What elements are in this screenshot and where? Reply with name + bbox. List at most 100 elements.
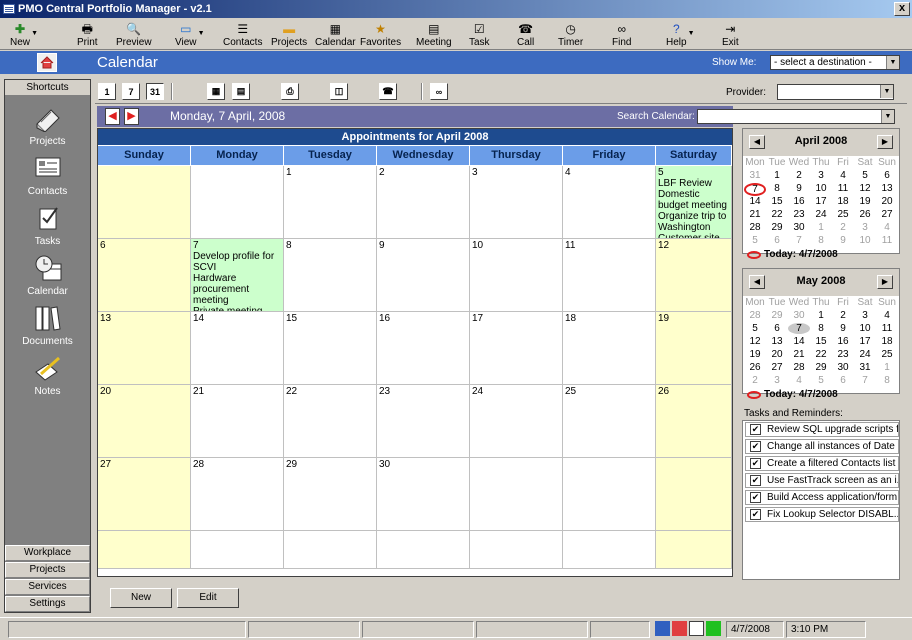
task-item[interactable]: ✔ Fix Lookup Selector DISABL... [745,507,899,522]
mini-day[interactable]: 10 [810,183,832,194]
task-checkbox[interactable]: ✔ [750,492,761,503]
mini-day[interactable]: 5 [744,323,766,334]
mini-day[interactable]: 28 [744,222,766,233]
mini-day[interactable]: 3 [766,375,788,386]
mini-day[interactable]: 7 [788,323,810,334]
day-cell[interactable]: 14 [191,312,284,385]
mini-day[interactable]: 9 [832,323,854,334]
new-appointment-button[interactable]: New [110,588,172,608]
mini-day[interactable]: 2 [788,170,810,181]
mini-day[interactable]: 29 [766,310,788,321]
next-month-button[interactable]: ▶ [877,275,893,289]
mini-day[interactable]: 6 [832,375,854,386]
mini-day[interactable]: 7 [788,235,810,246]
mini-day[interactable]: 8 [810,323,832,334]
appointment[interactable]: Develop profile for SCVI [193,251,281,273]
find-button[interactable]: ∞ Find [612,20,631,48]
month-view-button[interactable]: 31 [146,83,164,100]
previous-button[interactable]: ◀ [105,108,120,125]
task-checkbox[interactable]: ✔ [750,458,761,469]
day-cell[interactable] [656,531,732,569]
mini-day[interactable]: 8 [766,183,788,194]
mini-day[interactable]: 13 [766,336,788,347]
edit-appointment-button[interactable]: Edit [177,588,239,608]
mini-day[interactable]: 27 [876,209,898,220]
mini-day[interactable]: 6 [766,323,788,334]
mini-day[interactable]: 6 [876,170,898,181]
network-icon[interactable] [655,621,670,636]
status-ok-icon[interactable] [706,621,721,636]
mini-day[interactable]: 17 [854,336,876,347]
sidebar-item-projects[interactable]: Projects [5,104,90,147]
day-cell[interactable]: 21 [191,385,284,458]
day-cell[interactable]: 28 [191,458,284,531]
appointment[interactable]: LBF Review [658,178,729,189]
appointment[interactable]: Organize trip to Washington [658,211,729,233]
view-button[interactable]: ▭ View ▼ [175,20,205,48]
mini-day[interactable]: 18 [876,336,898,347]
day-cell[interactable]: 17 [470,312,563,385]
address-book-button[interactable]: ◫ [330,83,348,100]
mini-day[interactable]: 15 [766,196,788,207]
mini-day[interactable]: 21 [788,349,810,360]
sidebar-item-calendar[interactable]: Calendar [5,254,90,297]
mini-day[interactable]: 29 [810,362,832,373]
home-button[interactable] [37,53,57,72]
day-cell[interactable]: 16 [377,312,470,385]
mini-day[interactable]: 13 [876,183,898,194]
exit-button[interactable]: ⇥ Exit [722,20,739,48]
call-button[interactable]: ☎ Call [517,20,534,48]
chevron-down-icon[interactable]: ▼ [886,56,899,69]
mini-day[interactable]: 22 [766,209,788,220]
mini-day[interactable]: 4 [832,170,854,181]
day-cell[interactable]: 27 [98,458,191,531]
provider-select[interactable]: ▼ [777,84,894,100]
day-cell[interactable]: 15 [284,312,377,385]
mini-day[interactable]: 23 [788,209,810,220]
day-cell[interactable]: 30 [377,458,470,531]
mini-day[interactable]: 1 [810,222,832,233]
mini-day[interactable]: 26 [854,209,876,220]
day-cell[interactable]: 2 [377,166,470,239]
mini-day[interactable]: 1 [810,310,832,321]
day-cell[interactable]: 11 [563,239,656,312]
preview-button[interactable]: 🔍 Preview [116,20,152,48]
mini-day[interactable]: 16 [832,336,854,347]
day-cell[interactable] [563,458,656,531]
mini-day[interactable]: 3 [854,310,876,321]
day-cell[interactable]: 3 [470,166,563,239]
mini-day[interactable]: 11 [832,183,854,194]
mini-day[interactable]: 5 [810,375,832,386]
sidebar-item-contacts[interactable]: Contacts [5,154,90,197]
mini-day[interactable]: 22 [810,349,832,360]
day-cell[interactable] [191,531,284,569]
mini-day[interactable]: 5 [854,170,876,181]
today-link[interactable]: Today: 4/7/2008 [747,249,838,260]
list-view-button[interactable]: ▤ [232,83,250,100]
calendar-button[interactable]: ▦ Calendar [315,20,356,48]
day-cell[interactable]: 25 [563,385,656,458]
timer-button[interactable]: ◷ Timer [558,20,583,48]
day-cell[interactable]: 18 [563,312,656,385]
day-cell[interactable]: 6 [98,239,191,312]
print-button[interactable]: 🖶 Print [77,20,98,48]
mini-day[interactable]: 2 [744,375,766,386]
mini-day[interactable]: 14 [744,196,766,207]
mini-day[interactable]: 24 [854,349,876,360]
meeting-button[interactable]: ▤ Meeting [416,20,452,48]
mini-day[interactable]: 6 [766,235,788,246]
task-item[interactable]: ✔ Build Access application/form... [745,490,899,505]
mini-day[interactable]: 4 [876,310,898,321]
day-cell[interactable]: 1 [284,166,377,239]
mini-day[interactable]: 10 [854,323,876,334]
phone-button[interactable]: ☎ [379,83,397,100]
mini-day[interactable]: 9 [832,235,854,246]
mini-day[interactable]: 15 [810,336,832,347]
appointment[interactable]: Domestic budget meeting [658,189,729,211]
day-cell[interactable] [563,531,656,569]
mini-day[interactable]: 31 [744,170,766,181]
task-button[interactable]: ☑ Task [469,20,490,48]
sidebar-button-settings[interactable]: Settings [5,596,90,612]
day-cell[interactable]: 26 [656,385,732,458]
day-cell[interactable]: 29 [284,458,377,531]
